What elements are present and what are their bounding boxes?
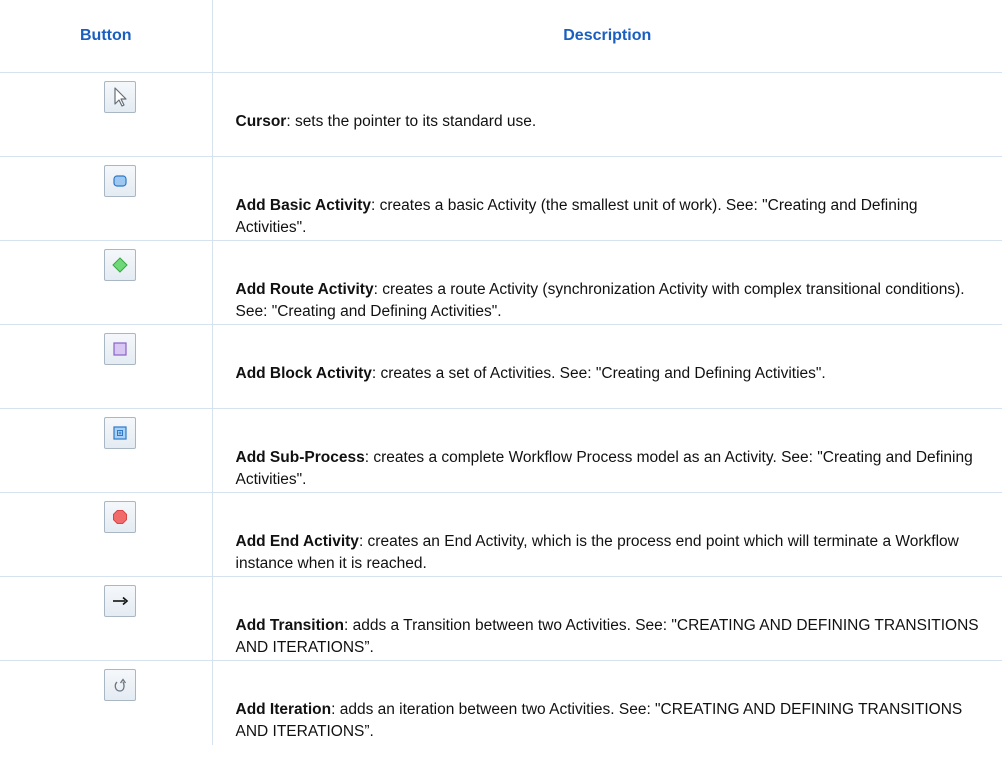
description-cell: Add Basic Activity: creates a basic Acti…: [212, 156, 1002, 241]
header-description: Description: [212, 0, 1002, 73]
add-block-activity-button[interactable]: [103, 333, 136, 365]
add-sub-process-button[interactable]: [103, 417, 136, 449]
end-activity-icon: [112, 510, 127, 524]
description-cell: Add Iteration: adds an iteration between…: [212, 660, 1002, 745]
description-cell: Add End Activity: creates an End Activit…: [212, 492, 1002, 577]
button-name: Cursor: [235, 113, 287, 130]
button-description: : adds a Transition between two Activiti…: [235, 617, 979, 656]
button-name: Add Basic Activity: [235, 197, 372, 214]
header-button: Button: [0, 0, 213, 73]
table-row: Add End Activity: creates an End Activit…: [0, 492, 1002, 577]
button-name: Add Sub-Process: [235, 449, 365, 466]
block-activity-icon: [113, 342, 127, 356]
table-row: Add Transition: adds a Transition betwee…: [0, 576, 1002, 661]
table-row: Add Sub-Process: creates a complete Work…: [0, 408, 1002, 493]
button-name: Add Route Activity: [235, 281, 374, 298]
button-name: Add End Activity: [235, 533, 359, 550]
button-cell: [0, 492, 213, 577]
route-activity-icon: [112, 257, 128, 273]
add-transition-button[interactable]: [103, 585, 136, 617]
transition-arrow-icon: [112, 596, 128, 606]
button-cell: [0, 660, 213, 745]
header-row: Button Description: [0, 0, 1002, 73]
table-row: Add Route Activity: creates a route Acti…: [0, 240, 1002, 325]
add-end-activity-button[interactable]: [103, 501, 136, 533]
sub-process-icon: [113, 426, 127, 440]
button-name: Add Block Activity: [235, 365, 372, 382]
add-basic-activity-button[interactable]: [103, 165, 136, 197]
description-cell: Add Sub-Process: creates a complete Work…: [212, 408, 1002, 493]
basic-activity-icon: [113, 175, 127, 187]
description-cell: Cursor: sets the pointer to its standard…: [212, 72, 1002, 157]
table-row: Add Basic Activity: creates a basic Acti…: [0, 156, 1002, 241]
button-description: : creates a set of Activities. See: "Cre…: [371, 365, 826, 382]
button-cell: [0, 324, 213, 409]
cursor-button[interactable]: [103, 81, 136, 113]
description-cell: Add Transition: adds a Transition betwee…: [212, 576, 1002, 661]
description-cell: Add Route Activity: creates a route Acti…: [212, 240, 1002, 325]
cursor-icon: [114, 87, 127, 107]
button-reference-table: Button Description Cursor: sets the poin…: [0, 0, 1002, 745]
button-name: Add Transition: [235, 617, 345, 634]
table-row: Add Iteration: adds an iteration between…: [0, 660, 1002, 745]
table-row: Cursor: sets the pointer to its standard…: [0, 72, 1002, 157]
iteration-icon: [114, 678, 126, 692]
button-cell: [0, 72, 213, 157]
description-cell: Add Block Activity: creates a set of Act…: [212, 324, 1002, 409]
button-description: : sets the pointer to its standard use.: [286, 113, 537, 130]
button-cell: [0, 240, 213, 325]
add-iteration-button[interactable]: [103, 669, 136, 701]
button-name: Add Iteration: [235, 701, 332, 718]
button-cell: [0, 576, 213, 661]
button-cell: [0, 408, 213, 493]
button-description: : adds an iteration between two Activiti…: [235, 701, 963, 740]
button-cell: [0, 156, 213, 241]
add-route-activity-button[interactable]: [103, 249, 136, 281]
table-row: Add Block Activity: creates a set of Act…: [0, 324, 1002, 409]
